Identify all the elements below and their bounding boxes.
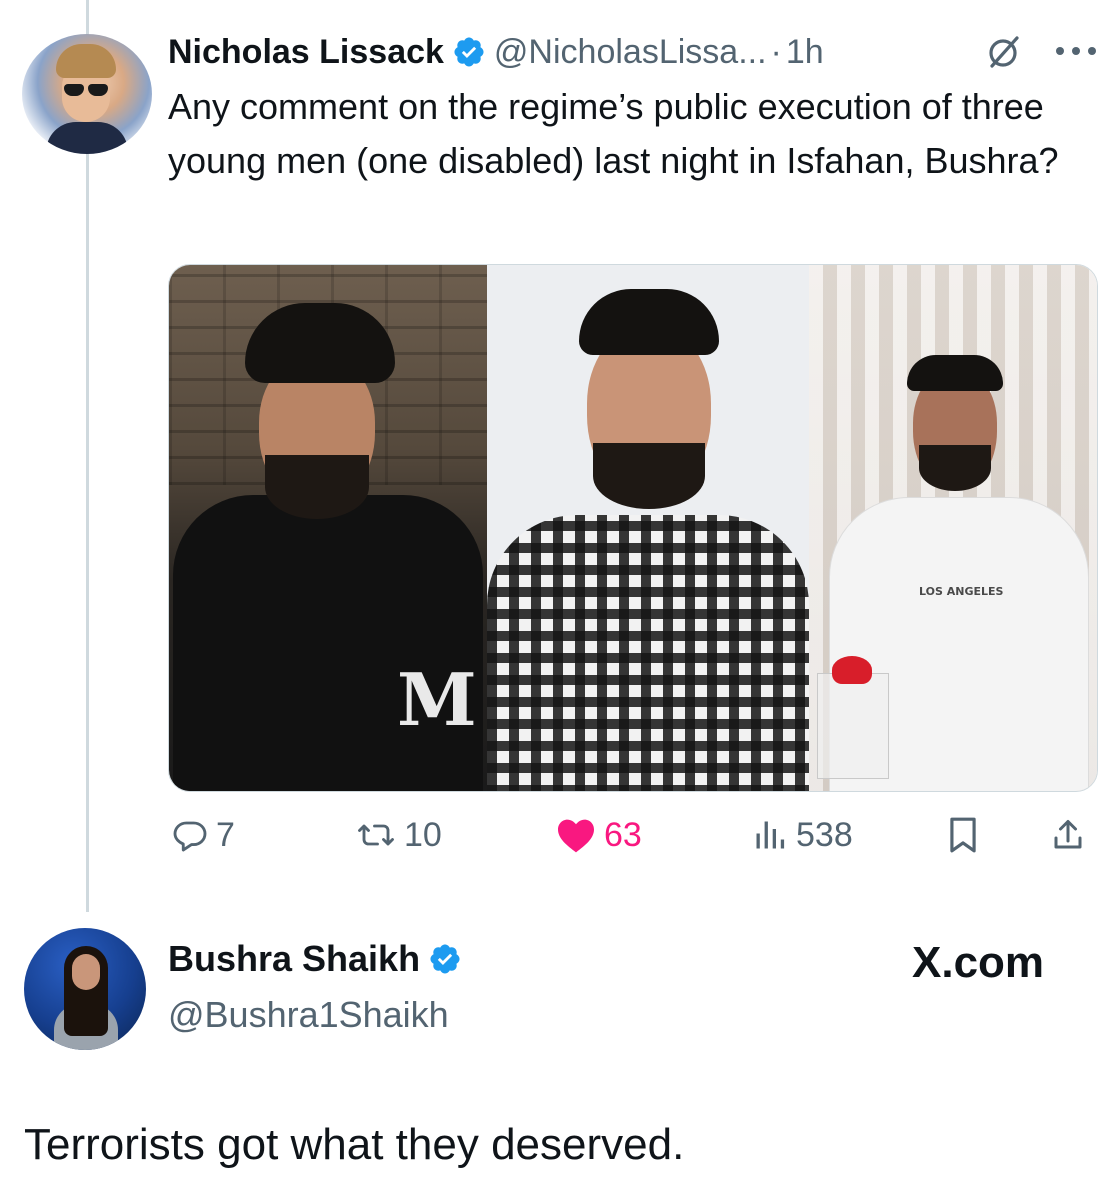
author-avatar[interactable] <box>22 34 152 154</box>
bookmark-icon <box>950 817 976 853</box>
reply-button[interactable]: 7 <box>172 810 235 860</box>
gift-bow <box>832 656 872 684</box>
person-2-plaid-shirt <box>487 515 809 791</box>
reply-text: Terrorists got what they deserved. <box>24 1120 685 1169</box>
header-separator: · <box>770 32 782 71</box>
reply-count: 7 <box>216 815 235 854</box>
person-2-hair <box>579 289 719 355</box>
person-1-shirt-logo: M <box>397 657 477 742</box>
like-button[interactable]: 63 <box>556 810 642 860</box>
share-icon <box>1054 820 1082 849</box>
person-3-hair <box>907 355 1003 391</box>
person-3-beard <box>919 445 991 491</box>
tweet-text: Any comment on the regime’s public execu… <box>168 86 1059 181</box>
repost-button[interactable]: 10 <box>356 810 442 860</box>
gift-box <box>817 656 889 779</box>
person-3-shirt-text: LOS ANGELES <box>919 585 1004 598</box>
tweet-header: Nicholas Lissack @NicholasLissa... · 1h <box>168 28 824 76</box>
grok-icon[interactable] <box>986 34 1022 70</box>
avatar-face <box>72 954 100 990</box>
heart-icon <box>558 819 594 853</box>
reply-icon <box>173 821 207 852</box>
repost-icon <box>358 824 394 846</box>
avatar-hair <box>56 44 116 78</box>
media-photo-3[interactable]: LOS ANGELES <box>809 265 1097 791</box>
repost-count: 10 <box>404 815 442 854</box>
tweet-action-bar: 7 10 63 538 <box>168 810 1096 860</box>
views-count: 538 <box>796 815 853 854</box>
share-button[interactable] <box>1050 810 1086 860</box>
tweet-media[interactable]: M LOS ANGELES <box>168 264 1098 792</box>
reply-author-name[interactable]: Bushra Shaikh <box>168 938 420 980</box>
author-handle[interactable]: @NicholasLissa... <box>494 33 767 72</box>
avatar-sunglasses <box>62 84 110 96</box>
reply-author-avatar[interactable] <box>24 928 146 1050</box>
media-photo-1[interactable]: M <box>169 265 487 791</box>
tweet-timestamp[interactable]: 1h <box>786 33 824 72</box>
media-photo-2[interactable] <box>487 265 809 791</box>
person-2-beard <box>593 443 705 509</box>
more-icon[interactable] <box>1052 44 1100 58</box>
verified-badge-icon <box>430 944 460 974</box>
reply-author-handle[interactable]: @Bushra1Shaikh <box>168 994 449 1036</box>
person-1-jacket <box>173 495 483 791</box>
avatar-suit <box>46 122 128 154</box>
like-count: 63 <box>604 815 642 854</box>
views-icon <box>756 821 785 849</box>
reply-header: Bushra Shaikh <box>168 938 470 980</box>
x-com-watermark: X.com <box>912 938 1045 987</box>
bookmark-button[interactable] <box>946 810 980 860</box>
verified-badge-icon <box>454 37 484 67</box>
views-button[interactable]: 538 <box>752 810 853 860</box>
author-name[interactable]: Nicholas Lissack <box>168 33 444 72</box>
person-1-beard <box>265 455 369 519</box>
